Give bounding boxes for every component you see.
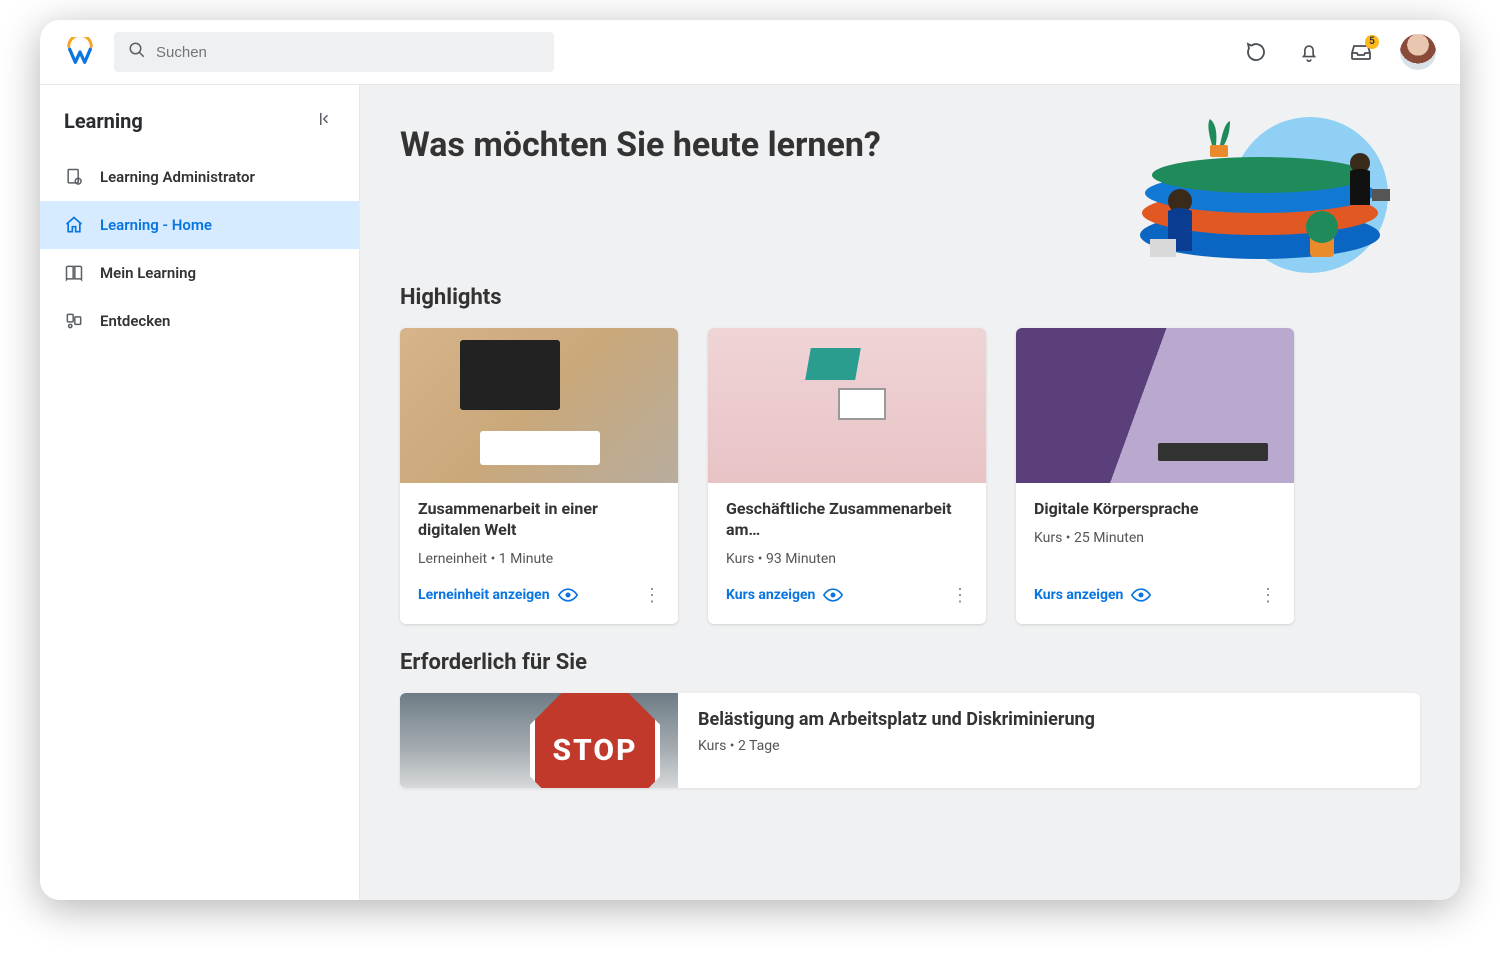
hero-title: Was möchten Sie heute lernen?	[400, 125, 1090, 165]
inbox-icon[interactable]: 5	[1348, 39, 1374, 65]
section-title-required: Erforderlich für Sie	[400, 650, 1420, 675]
card-image	[708, 328, 986, 483]
search-input[interactable]	[156, 44, 540, 61]
card-title: Belästigung am Arbeitsplatz und Diskrimi…	[698, 709, 1095, 730]
card-menu-icon[interactable]: ⋮	[943, 581, 976, 610]
hero: Was möchten Sie heute lernen?	[400, 115, 1420, 275]
card-view-link[interactable]: Kurs anzeigen	[1034, 587, 1151, 603]
card-meta: Kurs • 25 Minuten	[1034, 530, 1276, 546]
highlight-card[interactable]: Zusammenarbeit in einer digitalen Welt L…	[400, 328, 678, 624]
discover-icon	[64, 311, 84, 331]
sidebar-item-label: Mein Learning	[100, 264, 196, 282]
sidebar-item-learning-home[interactable]: Learning - Home	[40, 201, 359, 249]
section-title-highlights: Highlights	[400, 285, 1420, 310]
bell-icon[interactable]	[1296, 39, 1322, 65]
body: Learning Learning Administrator Learning…	[40, 85, 1460, 900]
eye-icon	[823, 588, 843, 602]
eye-icon	[558, 588, 578, 602]
card-meta: Lerneinheit • 1 Minute	[418, 551, 660, 567]
workday-logo[interactable]	[64, 36, 96, 68]
card-menu-icon[interactable]: ⋮	[1251, 581, 1284, 610]
card-view-link[interactable]: Lerneinheit anzeigen	[418, 587, 578, 603]
app-window: 5 Learning Learning Administrator	[40, 20, 1460, 900]
sidebar-item-entdecken[interactable]: Entdecken	[40, 297, 359, 345]
card-image: STOP	[400, 693, 678, 788]
sidebar-item-label: Learning Administrator	[100, 168, 255, 186]
book-icon	[64, 263, 84, 283]
collapse-sidebar-icon[interactable]	[317, 110, 335, 132]
required-card[interactable]: STOP Belästigung am Arbeitsplatz und Dis…	[400, 693, 1420, 788]
sidebar-item-label: Entdecken	[100, 312, 170, 330]
main-content: Was möchten Sie heute lernen?	[360, 85, 1460, 900]
admin-icon	[64, 167, 84, 187]
sidebar-item-mein-learning[interactable]: Mein Learning	[40, 249, 359, 297]
hero-illustration	[1120, 115, 1420, 275]
highlight-card[interactable]: Digitale Körpersprache Kurs • 25 Minuten…	[1016, 328, 1294, 624]
highlight-card[interactable]: Geschäftliche Zusammenarbeit am… Kurs • …	[708, 328, 986, 624]
search-box[interactable]	[114, 32, 554, 72]
highlights-section: Highlights Zusammenarbeit in einer digit…	[400, 285, 1420, 624]
top-icon-group: 5	[1244, 34, 1436, 70]
card-link-label: Kurs anzeigen	[726, 587, 815, 603]
card-title: Geschäftliche Zusammenarbeit am…	[726, 499, 968, 541]
card-title: Digitale Körpersprache	[1034, 499, 1276, 520]
avatar[interactable]	[1400, 34, 1436, 70]
sidebar: Learning Learning Administrator Learning…	[40, 85, 360, 900]
card-link-label: Kurs anzeigen	[1034, 587, 1123, 603]
sidebar-item-learning-administrator[interactable]: Learning Administrator	[40, 153, 359, 201]
card-menu-icon[interactable]: ⋮	[635, 581, 668, 610]
card-link-label: Lerneinheit anzeigen	[418, 587, 550, 603]
card-title: Zusammenarbeit in einer digitalen Welt	[418, 499, 660, 541]
inbox-badge: 5	[1365, 35, 1379, 49]
stop-sign-icon: STOP	[530, 693, 660, 788]
card-image	[400, 328, 678, 483]
home-icon	[64, 215, 84, 235]
sidebar-title: Learning	[64, 109, 143, 133]
chat-icon[interactable]	[1244, 39, 1270, 65]
top-bar: 5	[40, 20, 1460, 85]
eye-icon	[1131, 588, 1151, 602]
required-section: Erforderlich für Sie STOP Belästigung am…	[400, 650, 1420, 788]
card-image	[1016, 328, 1294, 483]
card-meta: Kurs • 2 Tage	[698, 738, 1095, 754]
card-meta: Kurs • 93 Minuten	[726, 551, 968, 567]
search-icon	[128, 41, 146, 63]
sidebar-item-label: Learning - Home	[100, 216, 212, 234]
card-view-link[interactable]: Kurs anzeigen	[726, 587, 843, 603]
